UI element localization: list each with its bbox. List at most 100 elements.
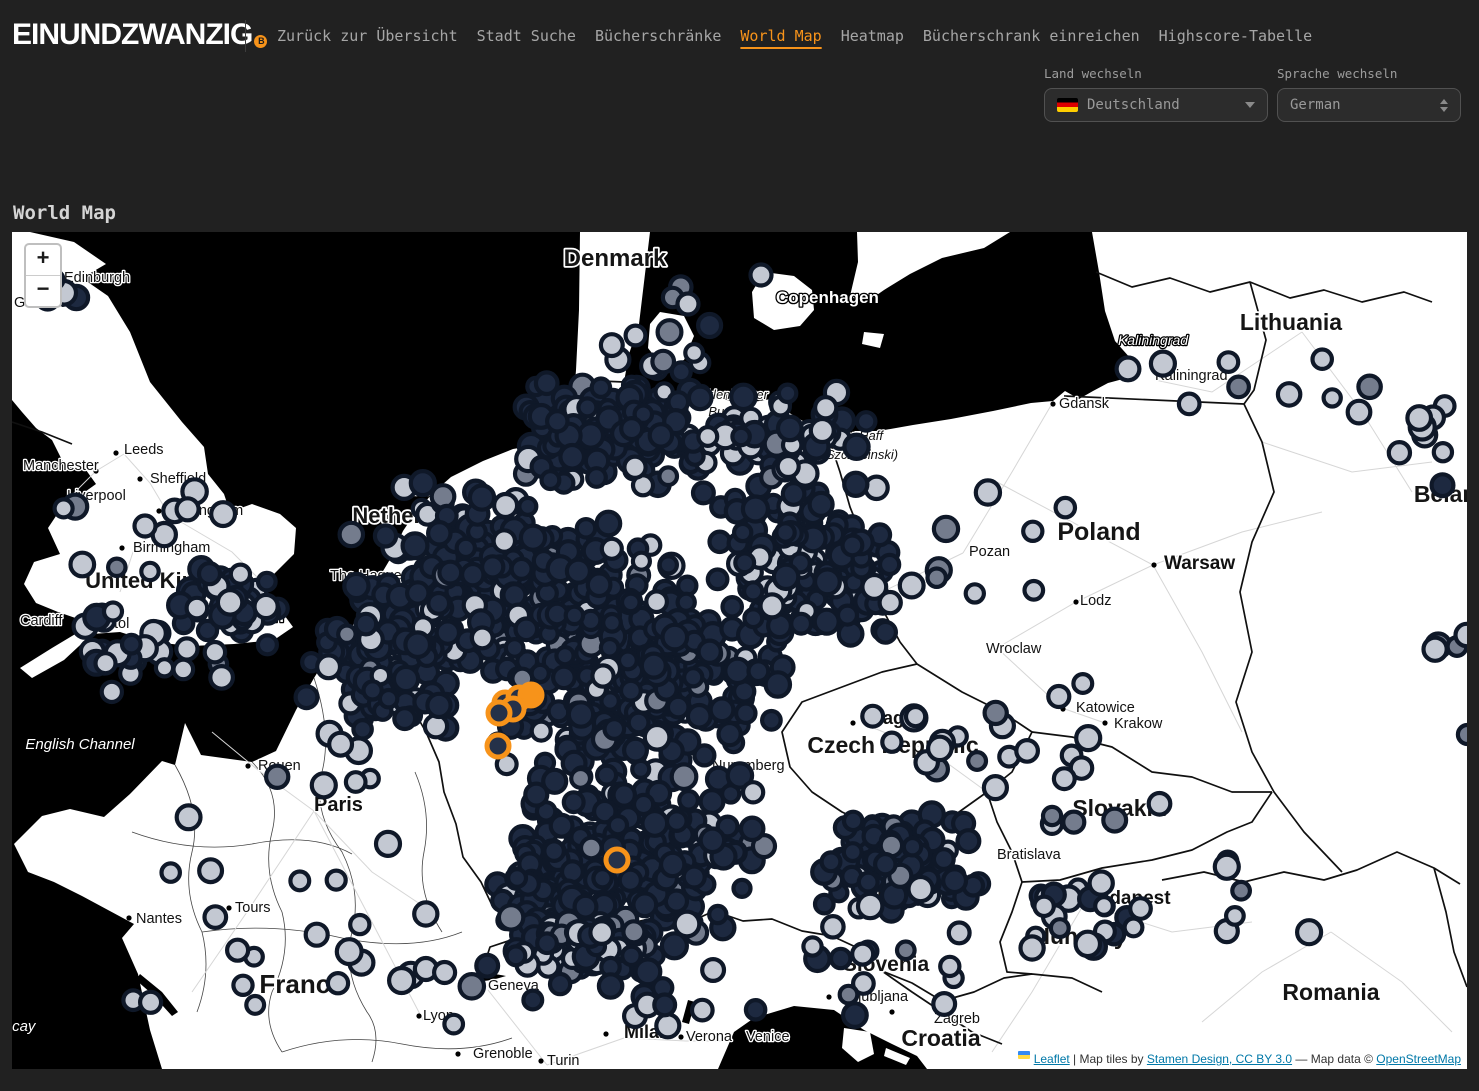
zoom-out-button[interactable]: − [26,276,60,306]
bookcase-marker[interactable] [329,733,352,756]
bookcase-marker[interactable] [176,638,197,659]
bookcase-marker[interactable] [619,652,637,670]
bookcase-marker[interactable] [822,852,841,871]
bookcase-marker[interactable] [976,480,1000,504]
bookcase-marker[interactable] [734,524,751,541]
bookcase-marker[interactable] [108,559,125,576]
bookcase-marker[interactable] [603,614,621,632]
bookcase-marker[interactable] [599,974,622,997]
bookcase-marker[interactable] [838,606,857,625]
bookcase-marker[interactable] [544,841,564,861]
bookcase-marker[interactable] [427,694,450,717]
bookcase-marker[interactable] [380,690,397,707]
bookcase-marker[interactable] [162,863,180,881]
bookcase-marker[interactable] [776,523,794,541]
bookcase-marker[interactable] [882,733,901,752]
bookcase-marker[interactable] [862,706,883,727]
bookcase-marker[interactable] [571,769,590,788]
bookcase-marker[interactable] [411,471,435,495]
bookcase-marker[interactable] [949,923,970,944]
bookcase-marker[interactable] [1219,352,1239,372]
bookcase-marker[interactable] [211,502,235,526]
bookcase-marker[interactable] [246,996,264,1014]
bookcase-marker[interactable] [859,873,878,892]
bookcase-marker[interactable] [815,397,836,418]
bookcase-marker[interactable] [735,553,754,572]
bookcase-marker[interactable] [516,619,538,641]
bookcase-marker[interactable] [593,869,611,887]
bookcase-marker[interactable] [843,1003,867,1027]
bookcase-marker[interactable] [743,497,768,522]
bookcase-marker[interactable] [928,569,946,587]
bookcase-marker[interactable] [984,776,1007,799]
bookcase-marker[interactable] [592,379,610,397]
map-canvas[interactable]: English ChannelscayKaliningradStettiner … [12,232,1467,1069]
bookcase-marker[interactable] [135,516,156,537]
bookcase-marker[interactable] [375,525,396,546]
nav-item-world-map[interactable]: World Map [740,27,821,45]
bookcase-marker[interactable] [645,725,670,750]
bookcase-marker[interactable] [55,499,73,517]
zoom-in-button[interactable]: + [26,245,60,276]
bookcase-marker[interactable] [476,955,498,977]
bookcase-marker[interactable] [340,523,363,546]
bookcase-marker[interactable] [692,1000,713,1021]
bookcase-marker[interactable] [312,773,336,797]
bookcase-marker[interactable] [668,697,689,718]
bookcase-marker[interactable] [778,417,802,441]
bookcase-marker[interactable] [622,594,640,612]
bookcase-marker[interactable] [1048,686,1069,707]
bookcase-marker[interactable] [1149,793,1171,815]
bookcase-marker[interactable] [843,536,863,556]
bookcase-marker[interactable] [822,916,843,937]
bookcase-marker[interactable] [499,905,523,929]
bookcase-marker[interactable] [803,937,821,955]
meetup-marker[interactable] [606,849,628,871]
language-select[interactable]: German [1277,88,1461,122]
bookcase-marker[interactable] [844,843,862,861]
bookcase-marker[interactable] [439,562,461,584]
bookcase-marker[interactable] [693,483,714,504]
bookcase-marker[interactable] [96,653,116,673]
bookcase-marker[interactable] [1125,919,1143,937]
bookcase-marker[interactable] [227,940,248,961]
bookcase-marker[interactable] [592,665,613,686]
bookcase-marker[interactable] [662,933,687,958]
bookcase-marker[interactable] [620,870,641,891]
bookcase-marker[interactable] [199,563,220,584]
bookcase-marker[interactable] [880,555,899,574]
bookcase-marker[interactable] [1063,812,1084,833]
bookcase-marker[interactable] [258,635,277,654]
bookcase-marker[interactable] [187,598,208,619]
bookcase-marker[interactable] [508,869,526,887]
bookcase-marker[interactable] [556,647,573,664]
bookcase-marker[interactable] [1226,907,1244,925]
bookcase-marker[interactable] [403,533,428,558]
bookcase-marker[interactable] [199,859,222,882]
bookcase-marker[interactable] [577,519,595,537]
bookcase-marker[interactable] [985,702,1007,724]
country-select[interactable]: Deutschland [1044,88,1268,122]
bookcase-marker[interactable] [678,594,695,611]
bookcase-marker[interactable] [761,594,784,617]
world-map[interactable]: English ChannelscayKaliningradStettiner … [12,232,1467,1069]
bookcase-marker[interactable] [210,666,233,689]
bookcase-marker[interactable] [749,661,769,681]
bookcase-marker[interactable] [624,739,647,762]
leaflet-link[interactable]: Leaflet [1034,1052,1070,1066]
bookcase-marker[interactable] [774,565,798,589]
bookcase-marker[interactable] [588,573,611,596]
bookcase-marker[interactable] [156,659,173,676]
bookcase-marker[interactable] [702,959,724,981]
bookcase-marker[interactable] [537,933,557,953]
bookcase-marker[interactable] [1348,401,1371,424]
bookcase-marker[interactable] [434,962,455,983]
bookcase-marker[interactable] [741,818,763,840]
bookcase-marker[interactable] [659,467,677,485]
bookcase-marker[interactable] [551,815,573,837]
bookcase-marker[interactable] [844,812,862,830]
bookcase-marker[interactable] [317,655,340,678]
bookcase-marker[interactable] [699,641,721,663]
bookcase-marker[interactable] [350,915,369,934]
bookcase-marker[interactable] [512,559,532,579]
